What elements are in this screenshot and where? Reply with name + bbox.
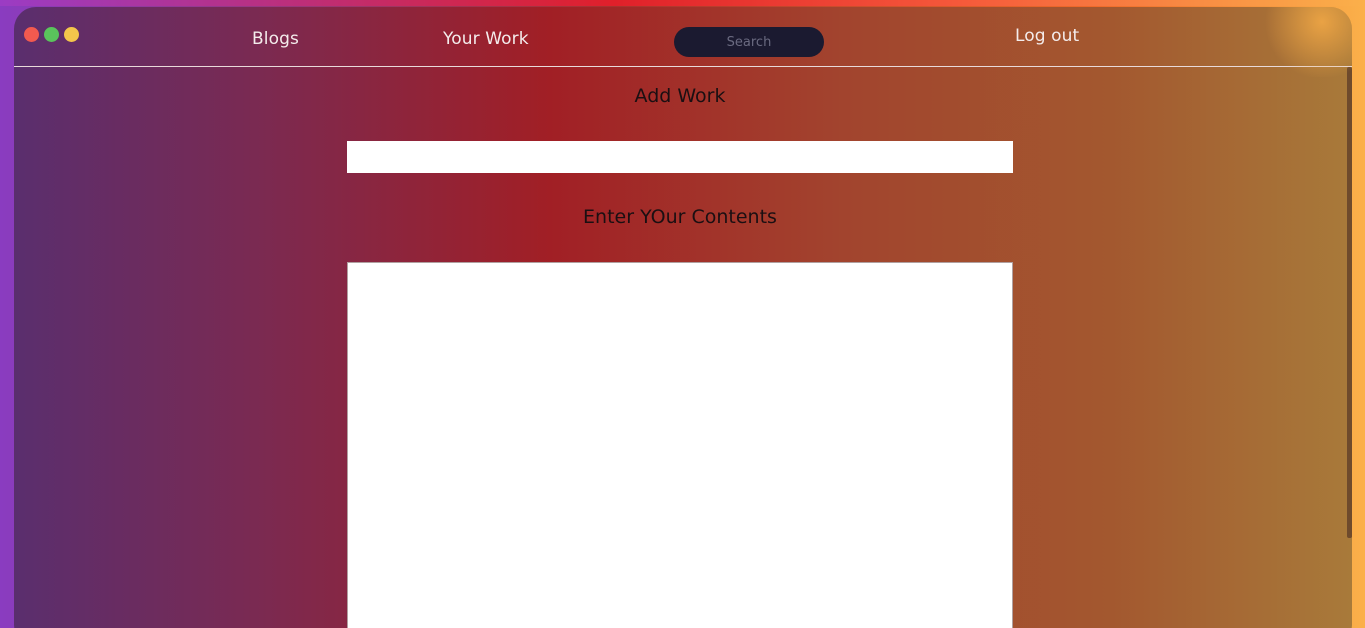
app-window: Blogs Your Work Log out Add Work Enter Y… — [14, 7, 1352, 628]
nav-blogs-link[interactable]: Blogs — [252, 29, 299, 49]
add-work-heading: Add Work — [634, 85, 726, 107]
window-controls — [24, 27, 79, 42]
maximize-dot-icon[interactable] — [44, 27, 59, 42]
close-dot-icon[interactable] — [24, 27, 39, 42]
search-input[interactable] — [674, 27, 824, 57]
minimize-dot-icon[interactable] — [64, 27, 79, 42]
logout-link[interactable]: Log out — [1015, 26, 1079, 46]
nav-your-work-link[interactable]: Your Work — [443, 29, 529, 49]
scrollbar[interactable] — [1347, 67, 1352, 538]
contents-heading: Enter YOur Contents — [583, 206, 777, 228]
work-content-textarea[interactable] — [347, 262, 1013, 628]
work-title-input[interactable] — [347, 141, 1013, 173]
header-divider — [14, 66, 1352, 67]
top-accent-line — [0, 0, 1365, 6]
